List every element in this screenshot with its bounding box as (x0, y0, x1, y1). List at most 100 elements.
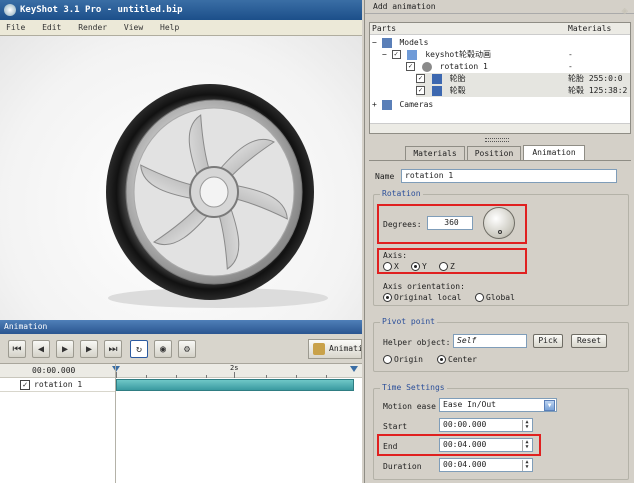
reset-button[interactable]: Reset (571, 334, 607, 348)
center-radio[interactable] (437, 355, 446, 364)
ruler-label: 2s (230, 364, 239, 372)
eye-icon: ◉ (159, 343, 167, 355)
tree-item-cameras[interactable]: + Cameras (372, 99, 433, 111)
helper-object-label: Helper object: (383, 338, 451, 347)
rotation-icon (421, 61, 432, 72)
visibility-checkbox[interactable]: ✓ (416, 86, 425, 95)
animation-timeline[interactable]: 00:00.000 2s ✓ rotation 1 (0, 364, 362, 483)
axis-z-radio[interactable] (439, 262, 448, 271)
wheel-render (106, 84, 328, 308)
start-time-input[interactable]: 00:00.000 ▲ ▼ (439, 418, 533, 432)
orientation-original-local-option[interactable]: Original local (383, 293, 461, 302)
camera-icon (381, 99, 392, 110)
step-forward-button[interactable]: ▶ (80, 340, 98, 358)
tree-item-models[interactable]: − Models (372, 37, 428, 49)
axis-orientation-label: Axis orientation: (383, 282, 465, 291)
scene-tree[interactable]: Parts Materials − Models − ✓ keyshot轮毂动画… (369, 22, 631, 134)
orientation-global-option[interactable]: Global (475, 293, 515, 302)
menu-render[interactable]: Render (72, 20, 113, 36)
tab-position[interactable]: Position (467, 146, 521, 160)
timeline-ruler[interactable]: 2s (112, 364, 362, 378)
degrees-input[interactable]: 360 (427, 216, 473, 230)
axis-label: Axis: (383, 251, 408, 260)
materials-column-header: Materials (568, 24, 612, 33)
scene-tree-header: Parts Materials (370, 23, 630, 35)
animation-name-field[interactable]: rotation 1 (401, 169, 617, 183)
parts-column-header: Parts (372, 24, 397, 33)
animation-icon (313, 343, 325, 355)
axis-x-option[interactable]: X (383, 262, 399, 271)
tree-item-rim[interactable]: ✓ 轮毂 轮毂 125:38:2 (416, 85, 630, 97)
step-back-button[interactable]: ◀ (32, 340, 50, 358)
duration-input[interactable]: 00:04.000 ▲ ▼ (439, 458, 533, 472)
origin-radio[interactable] (383, 355, 392, 364)
timeline-track-row[interactable]: ✓ rotation 1 (0, 378, 115, 392)
menu-view[interactable]: View (118, 20, 149, 36)
step-forward-icon: ▶ (85, 343, 93, 355)
play-button[interactable]: ▶ (56, 340, 74, 358)
preview-button[interactable]: ◉ (154, 340, 172, 358)
skip-forward-icon: ⏭ (108, 343, 118, 355)
keyshot-app-icon (4, 4, 16, 16)
tree-item-model-group[interactable]: − ✓ keyshot轮毂动画 - (382, 49, 630, 61)
tab-animation[interactable]: Animation (523, 145, 585, 160)
skip-back-icon: ⏮ (12, 343, 22, 355)
menu-edit[interactable]: Edit (36, 20, 67, 36)
axis-y-option[interactable]: Y (411, 262, 427, 271)
pivot-point-group-label: Pivot point (380, 317, 437, 326)
spinner-icon[interactable]: ▲ ▼ (522, 440, 531, 451)
go-to-start-button[interactable]: ⏮ (8, 340, 26, 358)
degrees-label: Degrees: (383, 220, 422, 229)
visibility-checkbox[interactable]: ✓ (391, 50, 401, 59)
end-marker[interactable] (350, 366, 358, 372)
visibility-checkbox[interactable]: ✓ (416, 74, 425, 83)
part-icon (431, 73, 442, 84)
properties-panel: Add animation ◈ Parts Materials − Models… (364, 0, 634, 483)
animation-wizard-button[interactable]: Animation (308, 339, 362, 359)
part-icon (431, 85, 442, 96)
end-time-input[interactable]: 00:04.000 ▲ ▼ (439, 438, 533, 452)
degrees-dial[interactable] (483, 207, 515, 239)
motion-ease-label: Motion ease (383, 402, 436, 411)
watermark-logo: ◈ (621, 4, 628, 17)
menu-help[interactable]: Help (154, 20, 185, 36)
name-label: Name (375, 172, 395, 181)
chevron-down-icon[interactable]: ▼ (544, 400, 555, 411)
rotation-track-bar[interactable] (116, 379, 354, 391)
axis-x-radio[interactable] (383, 262, 392, 271)
start-label: Start (383, 422, 408, 431)
spinner-icon[interactable]: ▲ ▼ (522, 460, 531, 471)
track-label: rotation 1 (34, 380, 83, 389)
pivot-center-option[interactable]: Center (437, 355, 477, 364)
tree-item-rotation[interactable]: ✓ rotation 1 - (406, 61, 630, 73)
timeline-header: 00:00.000 2s (0, 364, 362, 378)
visibility-checkbox[interactable]: ✓ (406, 62, 415, 71)
splitter-handle[interactable] (485, 138, 509, 142)
menu-file[interactable]: File (0, 20, 31, 36)
track-enabled-checkbox[interactable]: ✓ (20, 380, 30, 390)
render-viewport[interactable] (0, 36, 362, 320)
spinner-icon[interactable]: ▲ ▼ (522, 420, 531, 431)
motion-ease-select[interactable]: Ease In/Out ▼ (439, 398, 557, 412)
pivot-origin-option[interactable]: Origin (383, 355, 423, 364)
timeline-current-time: 00:00.000 (32, 366, 76, 375)
animation-toolbar: ⏮ ◀ ▶ ▶ ⏭ ↻ ◉ ⚙ Animation (0, 334, 362, 364)
window-title: KeyShot 3.1 Pro - untitled.bip (20, 5, 183, 15)
tree-horizontal-scrollbar[interactable] (370, 123, 630, 133)
helper-object-field[interactable]: Self (453, 334, 527, 348)
axis-z-option[interactable]: Z (439, 262, 455, 271)
pick-button[interactable]: Pick (533, 334, 563, 348)
original-local-radio[interactable] (383, 293, 392, 302)
step-back-icon: ◀ (37, 343, 45, 355)
window-title-bar: KeyShot 3.1 Pro - untitled.bip (0, 0, 362, 20)
tab-materials[interactable]: Materials (405, 146, 465, 160)
animation-panel-header: Animation (0, 320, 362, 334)
end-label: End (383, 442, 398, 451)
axis-y-radio[interactable] (411, 262, 420, 271)
global-radio[interactable] (475, 293, 484, 302)
tree-item-tire[interactable]: ✓ 轮胎 轮胎 255:0:0 (416, 73, 630, 85)
duration-label: Duration (383, 462, 422, 471)
loop-button[interactable]: ↻ (130, 340, 148, 358)
settings-button[interactable]: ⚙ (178, 340, 196, 358)
go-to-end-button[interactable]: ⏭ (104, 340, 122, 358)
